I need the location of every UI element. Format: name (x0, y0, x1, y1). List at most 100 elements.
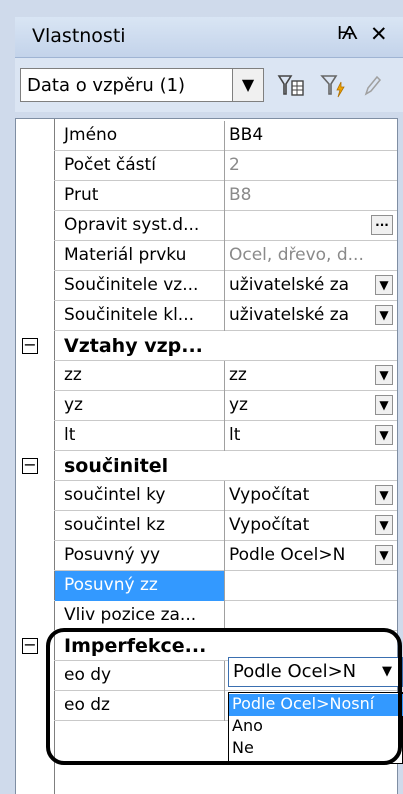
dropdown-option[interactable]: Ne (229, 738, 403, 760)
property-value[interactable]: Vypočítat (229, 485, 369, 505)
column-divider (224, 391, 225, 421)
chevron-down-icon[interactable]: ▼ (232, 69, 263, 101)
row-gutter (16, 481, 54, 511)
property-name: Imperfekce... (64, 635, 207, 657)
row-gutter (16, 361, 54, 391)
property-value[interactable]: Vypočítat (229, 515, 369, 535)
column-divider (224, 361, 225, 391)
property-row[interactable]: Opravit syst.d...... (16, 211, 397, 241)
column-divider (224, 601, 225, 631)
property-value[interactable]: uživatelské za (229, 305, 369, 325)
pin-icon[interactable]: Ѩ (337, 23, 358, 44)
column-divider (224, 271, 225, 301)
property-row[interactable]: součintel kz Vypočítat ▼ (16, 511, 397, 541)
property-row[interactable]: Vliv pozice za... (16, 601, 397, 631)
property-value[interactable]: BB4 (229, 125, 369, 145)
filter-table-icon[interactable] (277, 72, 305, 100)
row-gutter (16, 151, 54, 181)
row-gutter (16, 211, 54, 241)
property-value[interactable]: uživatelské za (229, 275, 369, 295)
dropdown-list[interactable]: Podle Ocel>Nosní Ano Ne (228, 692, 403, 764)
dropdown-option[interactable]: Ano (229, 716, 403, 738)
column-divider (224, 241, 225, 271)
property-value[interactable]: Podle Ocel>N (229, 545, 369, 565)
category-row[interactable]: − Vztahy vzp... (16, 331, 397, 361)
property-name: Součinitele kl... (64, 305, 195, 325)
close-icon[interactable]: ✕ (370, 22, 388, 46)
property-row[interactable]: Součinitele vz... uživatelské za ▼ (16, 271, 397, 301)
property-name: Počet částí (64, 155, 156, 175)
pencil-icon (364, 75, 382, 96)
chevron-down-icon[interactable]: ▼ (375, 485, 393, 505)
chevron-down-icon[interactable]: ▼ (375, 305, 393, 325)
row-gutter (16, 541, 54, 571)
property-value: B8 (229, 185, 252, 205)
property-name: eo dy (64, 665, 112, 685)
property-name: zz (64, 365, 82, 385)
column-divider (224, 541, 225, 571)
category-row[interactable]: − součinitel (16, 451, 397, 481)
properties-panel: Vlastnosti Ѩ ✕ Data o vzpěru (1) ▼ Jméno… (0, 0, 403, 794)
property-name: Součinitele vz... (64, 275, 199, 295)
property-value[interactable]: lt (229, 425, 369, 445)
property-name: Vztahy vzp... (64, 335, 203, 357)
property-row[interactable]: Posuvný yy Podle Ocel>N ▼ (16, 541, 397, 571)
row-gutter (16, 601, 54, 631)
panel-titlebar: Vlastnosti Ѩ ✕ (15, 17, 403, 58)
collapse-icon[interactable]: − (22, 337, 38, 354)
row-gutter (16, 571, 54, 601)
chevron-down-icon[interactable]: ▼ (375, 395, 393, 415)
row-gutter (16, 661, 54, 691)
property-name: lt (64, 425, 76, 445)
property-row[interactable]: zz zz ▼ (16, 361, 397, 391)
column-divider (224, 421, 225, 451)
object-selector-combo[interactable]: Data o vzpěru (1) ▼ (20, 68, 264, 102)
chevron-down-icon[interactable]: ▼ (378, 663, 396, 683)
chevron-down-icon[interactable]: ▼ (375, 275, 393, 295)
filter-lightning-icon[interactable] (320, 72, 348, 100)
posuvny-zz-editor[interactable]: Podle Ocel>N ▼ (228, 657, 403, 687)
column-divider (224, 571, 225, 601)
dropdown-option[interactable]: Podle Ocel>Nosní (229, 694, 403, 716)
property-row[interactable]: Jméno BB4 (16, 121, 397, 151)
property-name: Materiál prvku (64, 245, 187, 265)
column-divider (224, 481, 225, 511)
property-value[interactable]: zz (229, 365, 369, 385)
property-row[interactable]: Materiál prvku Ocel, dřevo, d... (16, 241, 397, 271)
ellipsis-button[interactable]: ... (371, 215, 393, 235)
property-value: 2 (229, 155, 240, 175)
chevron-down-icon[interactable]: ▼ (375, 425, 393, 445)
property-name: Vliv pozice za... (64, 605, 197, 625)
property-row[interactable]: yz yz ▼ (16, 391, 397, 421)
column-divider (224, 691, 225, 721)
row-gutter (16, 121, 54, 151)
object-selector-value: Data o vzpěru (1) (27, 75, 186, 96)
property-row[interactable]: lt lt ▼ (16, 421, 397, 451)
property-row[interactable]: Součinitele kl... uživatelské za ▼ (16, 301, 397, 331)
collapse-icon[interactable]: − (22, 637, 38, 654)
property-value[interactable]: yz (229, 395, 369, 415)
collapse-icon[interactable]: − (22, 457, 38, 474)
chevron-down-icon[interactable]: ▼ (375, 515, 393, 535)
property-name: Prut (64, 185, 99, 205)
property-name: součintel kz (64, 515, 165, 535)
property-name: eo dz (64, 695, 110, 715)
column-divider (224, 121, 225, 151)
row-gutter (16, 271, 54, 301)
row-gutter (16, 511, 54, 541)
property-name: součintel ky (64, 485, 166, 505)
property-name: součinitel (64, 455, 169, 477)
property-row[interactable]: Počet částí 2 (16, 151, 397, 181)
row-gutter (16, 691, 54, 721)
property-row[interactable]: součintel ky Vypočítat ▼ (16, 481, 397, 511)
property-name: Jméno (64, 125, 118, 145)
chevron-down-icon[interactable]: ▼ (375, 545, 393, 565)
property-row[interactable]: Prut B8 (16, 181, 397, 211)
property-row[interactable]: Posuvný zz (16, 571, 397, 601)
chevron-down-icon[interactable]: ▼ (375, 365, 393, 385)
row-gutter (16, 181, 54, 211)
column-divider (224, 151, 225, 181)
posuvny-zz-editor-value: Podle Ocel>N (233, 661, 357, 682)
row-gutter (16, 301, 54, 331)
row-gutter (16, 421, 54, 451)
